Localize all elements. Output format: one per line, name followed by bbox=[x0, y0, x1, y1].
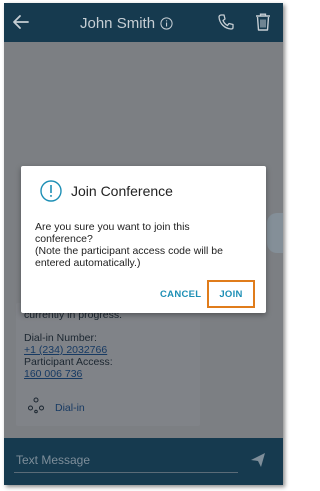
composer-bar bbox=[4, 438, 283, 485]
send-icon[interactable] bbox=[250, 452, 266, 468]
dial-in-link[interactable]: Dial-in bbox=[55, 402, 85, 414]
cancel-button[interactable]: CANCEL bbox=[160, 289, 201, 300]
dial-in-icon[interactable] bbox=[27, 396, 45, 414]
join-conference-dialog: Join Conference Are you sure you want to… bbox=[21, 166, 266, 313]
title-group: John Smith bbox=[80, 13, 173, 33]
app-header: John Smith bbox=[4, 3, 283, 42]
dial-in-number-label: Dial-in Number: bbox=[24, 332, 97, 344]
trash-icon[interactable] bbox=[254, 12, 272, 32]
join-button[interactable]: JOIN bbox=[207, 280, 255, 308]
dialog-message-line: Are you sure you want to join this bbox=[35, 221, 190, 233]
dialog-title: Join Conference bbox=[71, 183, 173, 199]
phone-icon[interactable] bbox=[216, 12, 236, 32]
side-tab bbox=[267, 213, 283, 253]
participant-access-label: Participant Access: bbox=[24, 356, 113, 368]
dialog-message-line: conference? bbox=[35, 233, 93, 245]
participant-access-code-link[interactable]: 160 006 736 bbox=[24, 368, 82, 380]
dialog-message-line: (Note the participant access code will b… bbox=[35, 245, 223, 257]
dialog-message-line: entered automatically.) bbox=[35, 257, 141, 269]
back-arrow-icon[interactable] bbox=[10, 11, 32, 33]
text-message-input[interactable] bbox=[14, 448, 238, 473]
dialog-message: Are you sure you want to join this confe… bbox=[35, 221, 223, 269]
app-window: John Smith currently in progress. Dial-i… bbox=[4, 3, 283, 485]
dial-in-number-link[interactable]: +1 (234) 2032766 bbox=[24, 344, 107, 356]
info-icon[interactable] bbox=[160, 16, 173, 30]
join-button-label: JOIN bbox=[219, 288, 243, 300]
contact-name: John Smith bbox=[80, 14, 156, 32]
exclamation-circle-icon bbox=[40, 180, 62, 202]
